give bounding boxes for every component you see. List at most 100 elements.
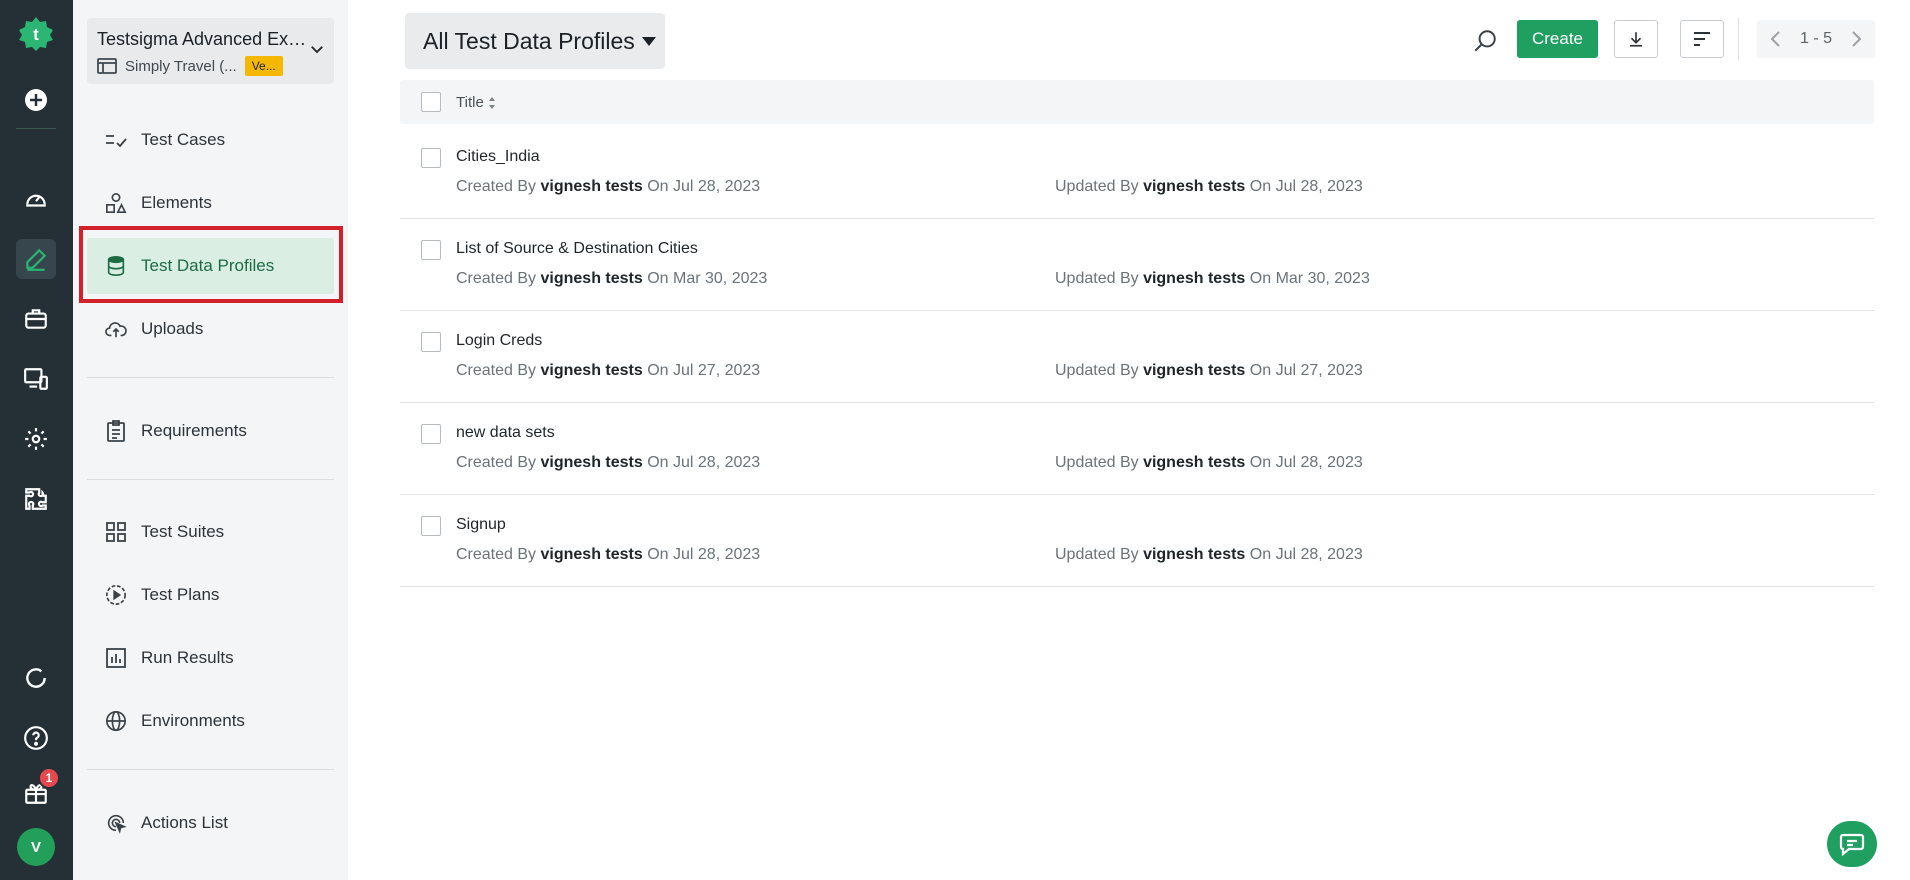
sidebar-item-label: Test Cases: [141, 130, 226, 149]
sidebar-item-label: Test Suites: [141, 522, 225, 541]
bar-chart-icon: [105, 647, 127, 669]
sidebar-item-run-results[interactable]: Run Results: [87, 630, 334, 686]
updated-info: Updated By vignesh tests On Jul 28, 2023: [1055, 178, 1363, 196]
sidebar-item-requirements[interactable]: Requirements: [87, 403, 334, 459]
sort-arrows-icon: [488, 96, 496, 110]
icon-rail: t 1 V: [0, 0, 73, 880]
created-info: Created By vignesh tests On Jul 27, 2023: [456, 362, 760, 380]
created-by-user: vignesh tests: [540, 270, 643, 287]
table-header: Title: [400, 80, 1874, 124]
notification-badge: 1: [38, 767, 60, 789]
updated-info: Updated By vignesh tests On Jul 28, 2023: [1055, 454, 1363, 472]
chat-support-button[interactable]: [1827, 821, 1877, 867]
updated-on-date: On Jul 27, 2023: [1249, 362, 1363, 379]
caret-down-icon: [641, 35, 657, 47]
created-by-label: Created By: [456, 546, 537, 563]
row-checkbox[interactable]: [421, 240, 441, 260]
sort-button[interactable]: [1680, 20, 1724, 58]
download-button[interactable]: [1614, 20, 1658, 58]
sidebar-item-elements[interactable]: Elements: [87, 175, 334, 231]
created-by-label: Created By: [456, 270, 537, 287]
sidebar-item-test-data-profiles[interactable]: Test Data Profiles: [87, 238, 334, 294]
view-selector-label: All Test Data Profiles: [423, 27, 635, 54]
row-checkbox[interactable]: [421, 332, 441, 352]
dashboard-icon[interactable]: [16, 179, 56, 219]
sidebar-item-label: Run Results: [141, 648, 234, 667]
pagination: 1 - 5: [1757, 20, 1875, 58]
row-checkbox[interactable]: [421, 148, 441, 168]
devices-icon[interactable]: [16, 359, 56, 399]
table-row[interactable]: Login Creds Created By vignesh tests On …: [400, 311, 1874, 403]
version-badge: Ve...: [244, 56, 283, 76]
chevron-down-icon[interactable]: [308, 40, 326, 58]
toolbar-divider: [1738, 18, 1739, 60]
row-title[interactable]: Cities_India: [456, 148, 540, 166]
sidebar-item-label: Uploads: [141, 319, 204, 338]
updated-by-user: vignesh tests: [1143, 270, 1246, 287]
table-row[interactable]: List of Source & Destination Cities Crea…: [400, 219, 1874, 311]
created-on-date: On Jul 28, 2023: [647, 454, 761, 471]
rail-divider: [16, 128, 56, 129]
created-info: Created By vignesh tests On Mar 30, 2023: [456, 270, 767, 288]
table-row[interactable]: Cities_India Created By vignesh tests On…: [400, 127, 1874, 219]
sidebar-item-uploads[interactable]: Uploads: [87, 301, 334, 357]
refresh-icon[interactable]: [16, 658, 56, 698]
row-checkbox[interactable]: [421, 516, 441, 536]
sort-icon: [1692, 30, 1712, 48]
chevron-left-icon[interactable]: [1767, 30, 1785, 48]
updated-by-label: Updated By: [1055, 362, 1139, 379]
created-info: Created By vignesh tests On Jul 28, 2023: [456, 454, 760, 472]
nav-divider: [87, 479, 334, 480]
table-row[interactable]: new data sets Created By vignesh tests O…: [400, 403, 1874, 495]
add-icon[interactable]: [16, 80, 56, 120]
sidebar-item-label: Test Data Profiles: [141, 256, 275, 275]
row-title[interactable]: Signup: [456, 516, 506, 534]
sidebar-item-test-suites[interactable]: Test Suites: [87, 504, 334, 560]
briefcase-icon[interactable]: [16, 299, 56, 339]
avatar[interactable]: V: [17, 828, 55, 866]
created-on-date: On Mar 30, 2023: [647, 270, 768, 287]
row-checkbox[interactable]: [421, 424, 441, 444]
row-title[interactable]: Login Creds: [456, 332, 542, 350]
row-title[interactable]: List of Source & Destination Cities: [456, 240, 698, 258]
chevron-right-icon[interactable]: [1847, 30, 1865, 48]
test-cases-icon: [105, 129, 127, 151]
application-name: Simply Travel (...: [125, 57, 237, 75]
gift-icon[interactable]: 1: [16, 767, 60, 813]
create-button[interactable]: Create: [1517, 20, 1598, 58]
created-info: Created By vignesh tests On Jul 28, 2023: [456, 546, 760, 564]
help-icon[interactable]: [16, 718, 56, 758]
updated-on-date: On Mar 30, 2023: [1249, 270, 1370, 287]
settings-icon[interactable]: [16, 419, 56, 459]
project-switcher[interactable]: Testsigma Advanced Exa... Simply Travel …: [87, 18, 334, 84]
view-selector[interactable]: All Test Data Profiles: [405, 13, 665, 69]
sidebar-item-actions-list[interactable]: Actions List: [87, 795, 334, 851]
sidebar-item-test-cases[interactable]: Test Cases: [87, 112, 334, 168]
testsigma-logo-icon[interactable]: t: [18, 16, 54, 52]
created-by-label: Created By: [456, 454, 537, 471]
addons-icon[interactable]: [16, 479, 56, 519]
updated-by-user: vignesh tests: [1143, 178, 1246, 195]
column-header-label: Title: [456, 94, 484, 111]
sidebar-item-test-plans[interactable]: Test Plans: [87, 567, 334, 623]
created-by-user: vignesh tests: [540, 454, 643, 471]
row-title[interactable]: new data sets: [456, 424, 555, 442]
edit-icon[interactable]: [16, 239, 56, 279]
sidebar-item-label: Requirements: [141, 421, 247, 440]
sidebar-item-environments[interactable]: Environments: [87, 693, 334, 749]
sidebar-item-label: Actions List: [141, 813, 228, 832]
cursor-target-icon: [105, 812, 127, 834]
database-icon: [105, 255, 127, 277]
column-header-title[interactable]: Title: [456, 94, 496, 111]
created-on-date: On Jul 28, 2023: [647, 546, 761, 563]
updated-by-user: vignesh tests: [1143, 454, 1246, 471]
nav-divider: [87, 769, 334, 770]
created-info: Created By vignesh tests On Jul 28, 2023: [456, 178, 760, 196]
table-row[interactable]: Signup Created By vignesh tests On Jul 2…: [400, 495, 1874, 587]
updated-on-date: On Jul 28, 2023: [1249, 178, 1363, 195]
select-all-checkbox[interactable]: [421, 92, 441, 112]
updated-info: Updated By vignesh tests On Mar 30, 2023: [1055, 270, 1370, 288]
project-application: Simply Travel (... Ve...: [97, 56, 283, 76]
search-icon[interactable]: [1468, 24, 1502, 58]
project-name: Testsigma Advanced Exa...: [97, 29, 307, 49]
